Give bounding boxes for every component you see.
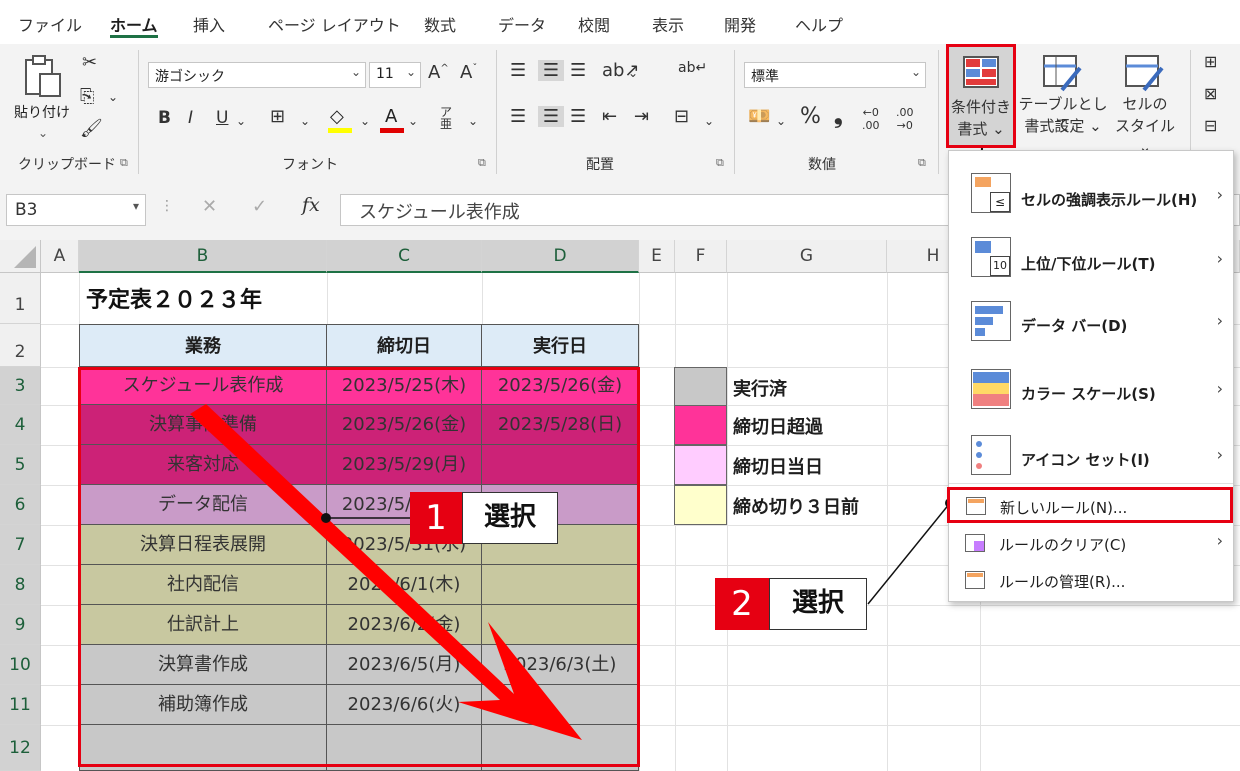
menu-item-label: ルールのクリア(C) [999, 536, 1127, 554]
icon-sets-icon [971, 435, 1011, 475]
menu-item-color-scales[interactable]: カラー スケール(S) › [949, 359, 1233, 423]
callout-1-number: 1 [410, 492, 462, 544]
menu-separator [949, 483, 1233, 484]
chevron-right-icon: › [1216, 531, 1223, 550]
menu-item-label: 新しいルール(N)... [1000, 499, 1128, 517]
menu-item-new-rule[interactable]: 新しいルール(N)... [947, 487, 1233, 523]
color-scales-icon [971, 369, 1011, 409]
menu-item-highlight-rules[interactable]: ≤ セルの強調表示ルール(H) › [949, 161, 1233, 225]
callout-2-text: 選択 [769, 578, 867, 630]
chevron-right-icon: › [1216, 249, 1223, 268]
clear-rules-icon [965, 534, 985, 552]
big-red-arrow-icon [190, 404, 582, 740]
top-bottom-rules-icon: 10 [971, 237, 1011, 277]
menu-item-clear-rules[interactable]: ルールのクリア(C) › [949, 525, 1233, 561]
conditional-formatting-menu: ≤ セルの強調表示ルール(H) › 10 上位/下位ルール(T) › データ バ… [947, 150, 1234, 602]
menu-item-label: カラー スケール(S) [1021, 385, 1156, 403]
menu-item-top-bottom-rules[interactable]: 10 上位/下位ルール(T) › [949, 227, 1233, 291]
chevron-right-icon: › [1216, 445, 1223, 464]
chevron-right-icon: › [1216, 185, 1223, 204]
new-rule-icon [966, 497, 986, 515]
callout-2-number: 2 [715, 578, 769, 630]
menu-item-label: 上位/下位ルール(T) [1021, 255, 1156, 273]
menu-item-icon-sets[interactable]: アイコン セット(I) › [949, 425, 1233, 489]
menu-item-data-bars[interactable]: データ バー(D) › [949, 293, 1233, 357]
menu-item-label: セルの強調表示ルール(H) [1021, 191, 1198, 209]
chevron-right-icon: › [1216, 379, 1223, 398]
highlight-rules-icon: ≤ [971, 173, 1011, 213]
data-bars-icon [971, 301, 1011, 341]
menu-item-label: アイコン セット(I) [1021, 451, 1150, 469]
menu-item-label: ルールの管理(R)... [999, 573, 1126, 591]
menu-item-label: データ バー(D) [1021, 317, 1128, 335]
callout-1-text: 選択 [462, 492, 558, 544]
manage-rules-icon [965, 571, 985, 589]
chevron-right-icon: › [1216, 311, 1223, 330]
menu-item-manage-rules[interactable]: ルールの管理(R)... [949, 563, 1233, 599]
callout-2-leader-icon [867, 502, 951, 605]
